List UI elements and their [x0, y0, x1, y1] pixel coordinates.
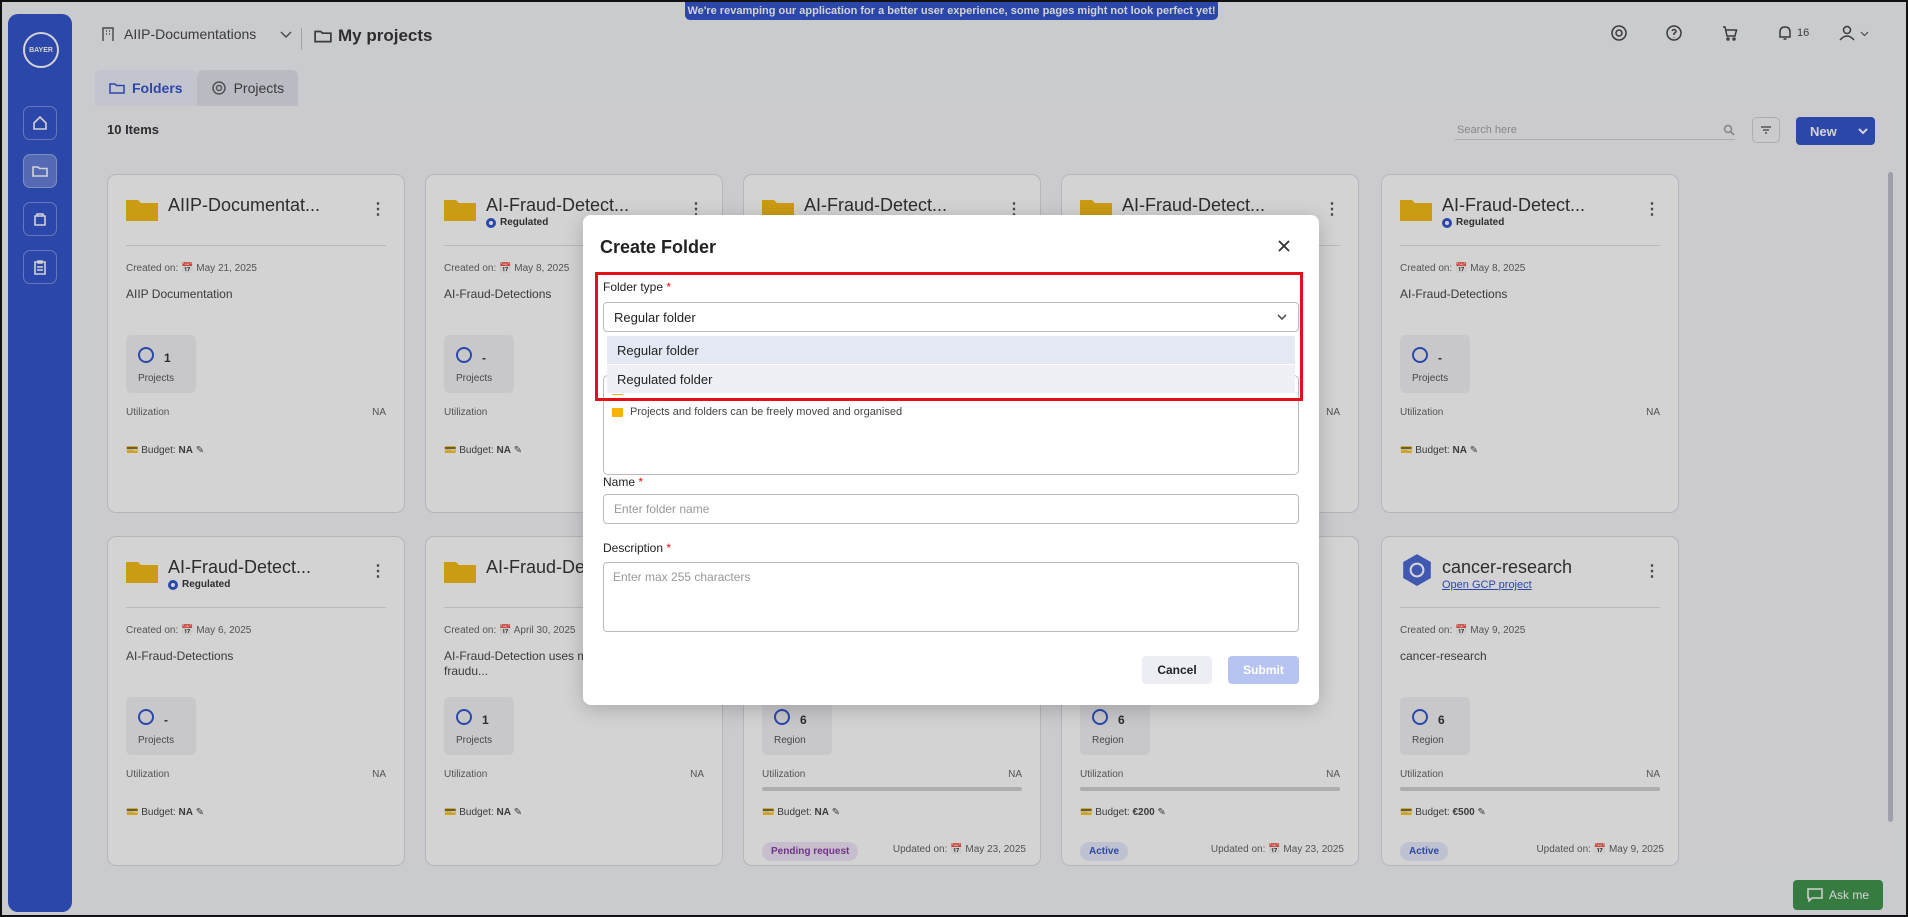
- info-line: Projects and folders can be freely moved…: [612, 406, 902, 418]
- submit-button[interactable]: Submit: [1228, 656, 1299, 684]
- folder-icon: [612, 407, 623, 417]
- close-icon: [1278, 240, 1290, 252]
- dialog-title: Create Folder: [600, 237, 717, 257]
- name-label: Name *: [603, 475, 644, 489]
- folder-name-input[interactable]: Enter folder name: [603, 494, 1299, 524]
- highlight-box: [595, 272, 1303, 401]
- close-button[interactable]: [1277, 239, 1293, 255]
- description-label: Description *: [603, 541, 672, 555]
- description-textarea[interactable]: Enter max 255 characters: [603, 562, 1299, 632]
- cancel-button[interactable]: Cancel: [1142, 656, 1212, 684]
